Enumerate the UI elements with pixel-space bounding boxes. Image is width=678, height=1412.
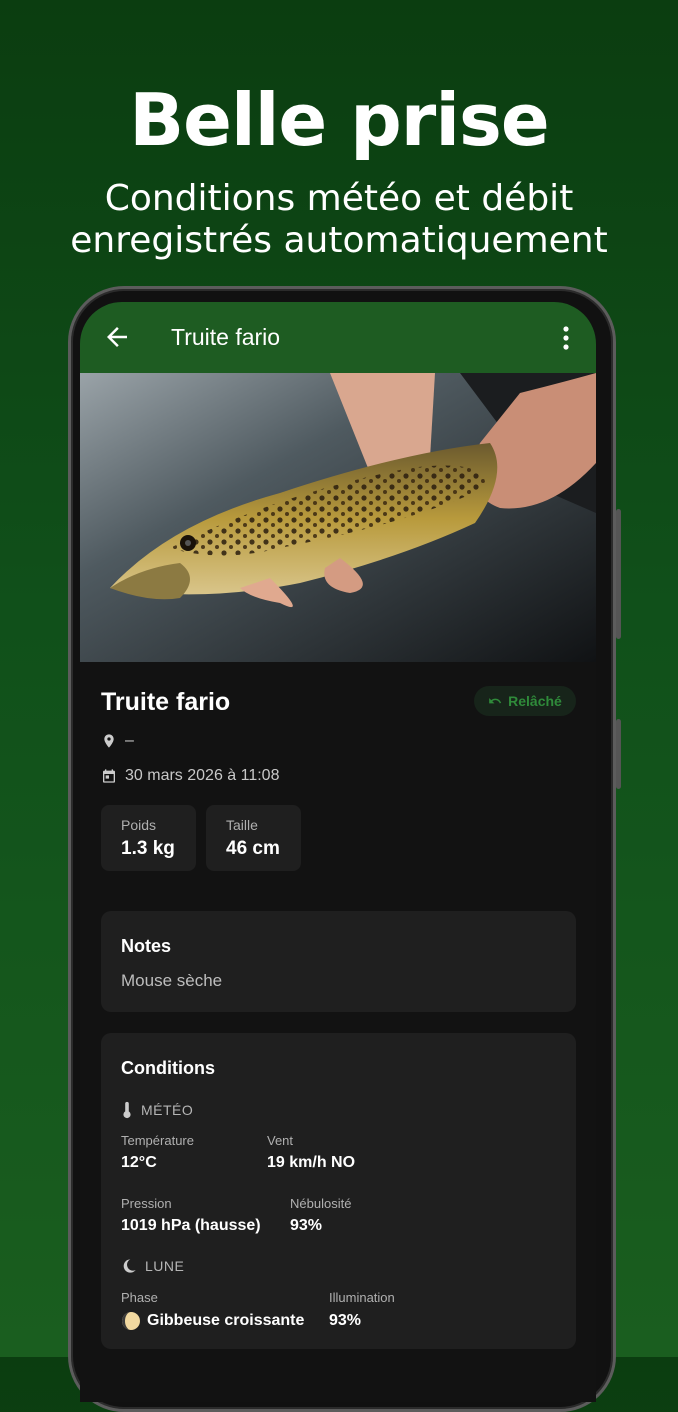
moon-phase-text: Gibbeuse croissante [147,1312,305,1329]
thermometer-icon [123,1101,131,1119]
app-bar: Truite fario [80,302,596,373]
pressure-value: 1019 hPa (hausse) [121,1217,261,1234]
location-pin-icon [104,734,114,748]
released-badge: Relâché [474,686,576,716]
arrow-back-icon[interactable] [102,322,132,352]
illumination-value: 93% [329,1312,362,1329]
notes-title: Notes [121,936,172,956]
stat-value: 46 cm [226,838,280,859]
location-row: – [101,732,134,750]
catch-name: Truite fario [101,688,231,716]
location-text: – [125,732,134,749]
promo-subtitle-line-1: Conditions météo et débit [104,178,574,219]
promo-subtitle: Conditions météo et débit enregistrés au… [0,178,678,262]
stat-card-length: Taille 46 cm [206,805,301,871]
calendar-icon [103,769,115,783]
stat-label: Poids [121,817,157,833]
stat-card-weight: Poids 1.3 kg [101,805,196,871]
illumination-label: Illumination [329,1290,395,1305]
stat-value: 1.3 kg [121,838,175,859]
notes-text: Mouse sèche [121,971,223,990]
stat-label: Taille [226,817,258,833]
cloud-cover-value: 93% [290,1217,323,1234]
date-text: 30 mars 2026 à 11:08 [125,767,280,784]
temperature-label: Température [121,1133,194,1148]
cloud-cover-label: Nébulosité [290,1196,352,1211]
weather-heading-label: MÉTÉO [141,1102,194,1118]
promo-title: Belle prise [129,78,549,162]
phone-side-button [616,719,621,789]
waxing-gibbous-moon-icon [122,1312,140,1330]
date-row: 30 mars 2026 à 11:08 [101,767,279,785]
released-badge-label: Relâché [508,693,562,709]
phone-side-button [616,509,621,639]
moon-section-heading: LUNE [121,1258,184,1274]
conditions-card: Conditions MÉTÉO Température 12°C Vent 1… [101,1033,576,1349]
catch-photo [80,373,596,662]
undo-icon [489,698,502,704]
crescent-moon-icon [123,1259,136,1273]
notes-card: Notes Mouse sèche [101,911,576,1012]
wind-label: Vent [267,1133,294,1148]
more-vert-icon[interactable] [554,324,578,352]
phone-screen: Truite fario Truite fario Relâché – 30 m… [80,302,596,1402]
conditions-title: Conditions [121,1058,215,1078]
pressure-label: Pression [121,1196,172,1211]
moon-phase-value: Gibbeuse croissante [121,1311,304,1331]
promo-subtitle-line-2: enregistrés automatiquement [70,220,608,261]
temperature-value: 12°C [121,1154,157,1171]
wind-value: 19 km/h NO [267,1154,356,1171]
weather-section-heading: MÉTÉO [121,1101,193,1119]
app-bar-title: Truite fario [171,324,281,350]
moon-heading-label: LUNE [145,1258,185,1274]
moon-phase-label: Phase [121,1290,158,1305]
